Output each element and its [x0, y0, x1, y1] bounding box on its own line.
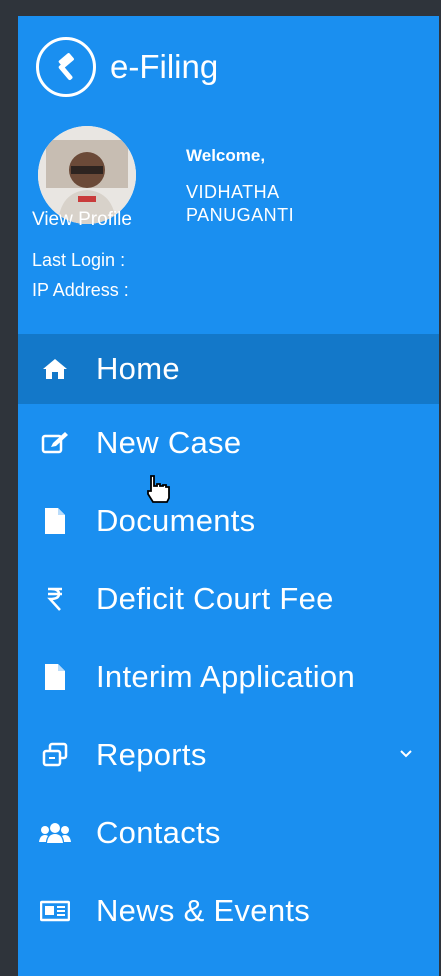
sidebar-item-new-case[interactable]: New Case	[18, 404, 439, 482]
sidebar-item-label: Documents	[96, 503, 256, 538]
sidebar-item-contacts[interactable]: Contacts	[18, 794, 439, 872]
sidebar-item-label: Home	[96, 351, 180, 386]
rupee-icon	[38, 582, 72, 616]
sidebar-item-deficit-court-fee[interactable]: Deficit Court Fee	[18, 560, 439, 638]
edit-icon	[38, 426, 72, 460]
document-icon	[38, 660, 72, 694]
home-icon	[38, 352, 72, 386]
sidebar-item-label: Reports	[96, 737, 207, 772]
app-title: e-Filing	[110, 48, 219, 85]
sidebar-item-interim-application[interactable]: Interim Application	[18, 638, 439, 716]
brand[interactable]: e-Filing	[36, 34, 218, 100]
sidebar: e-Filing View Profile Welcome, VIDHATHA …	[18, 16, 439, 976]
view-profile-link[interactable]: View Profile	[32, 209, 132, 231]
app-frame: e-Filing View Profile Welcome, VIDHATHA …	[0, 0, 441, 976]
gavel-icon	[36, 37, 96, 97]
chevron-down-icon[interactable]	[399, 746, 413, 764]
user-last-name: PANUGANTI	[186, 205, 295, 225]
sidebar-item-reports[interactable]: Reports	[18, 716, 439, 794]
sidebar-item-news-events[interactable]: News & Events	[18, 872, 439, 950]
welcome-text: Welcome,	[186, 146, 266, 165]
newspaper-icon	[38, 894, 72, 928]
sidebar-item-label: Deficit Court Fee	[96, 581, 334, 616]
sidebar-item-label: Interim Application	[96, 659, 355, 694]
sidebar-item-home[interactable]: Home	[18, 334, 439, 404]
sidebar-menu: Home New Case Documents Deficit Court Fe…	[18, 334, 439, 950]
hand-pointer-cursor-icon	[143, 474, 173, 509]
user-first-name: VIDHATHA	[186, 182, 280, 202]
sidebar-item-label: New Case	[96, 425, 242, 460]
last-login-label: Last Login :	[32, 250, 126, 270]
sidebar-item-label: News & Events	[96, 893, 311, 928]
contacts-icon	[38, 816, 72, 850]
ip-address-label: IP Address :	[32, 280, 129, 300]
sidebar-item-label: Contacts	[96, 815, 221, 850]
reports-icon	[38, 738, 72, 772]
sidebar-item-documents[interactable]: Documents	[18, 482, 439, 560]
document-icon	[38, 504, 72, 538]
